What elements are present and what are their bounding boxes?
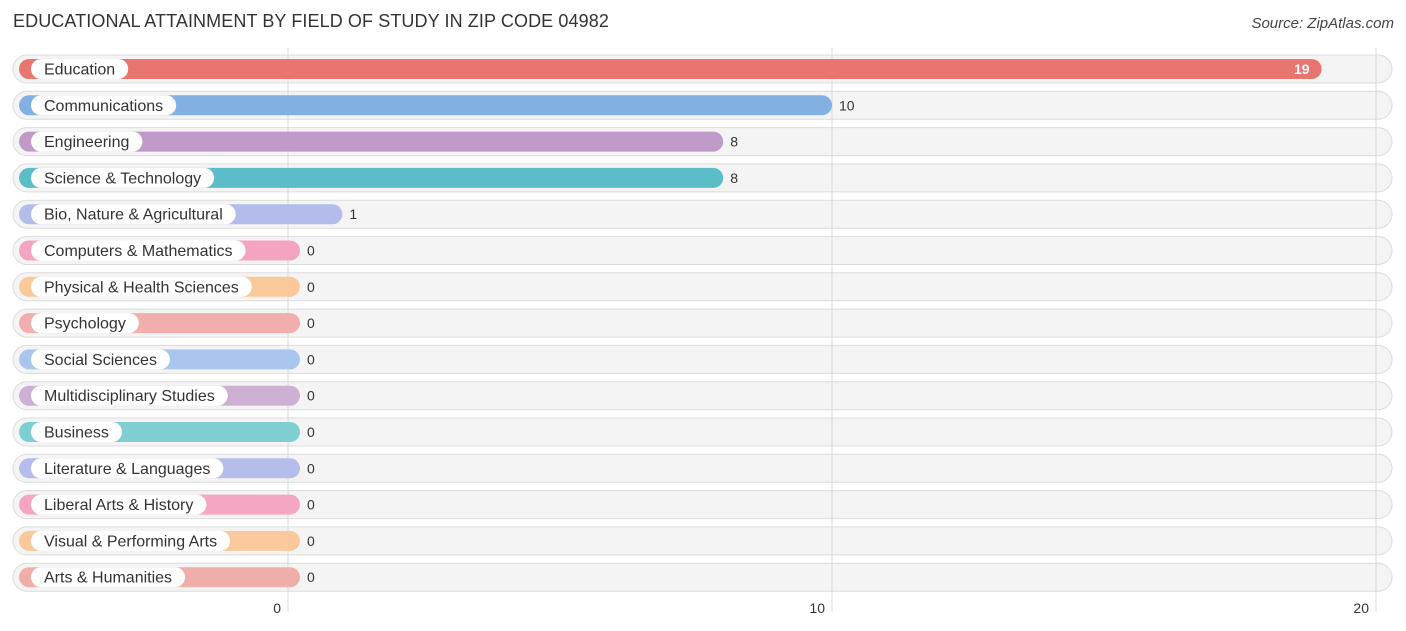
x-tick-label: 20: [1353, 600, 1369, 616]
value-label: 1: [349, 206, 357, 222]
category-label: Business: [44, 425, 109, 442]
x-tick-label: 0: [273, 600, 281, 616]
bar-chart: Education 19Communications 10Engineering 8S…: [12, 48, 1393, 616]
category-label: Arts & Humanities: [44, 570, 172, 587]
value-label: 8: [730, 170, 738, 186]
category-label: Communications: [44, 98, 163, 115]
category-label: Visual & Performing Arts: [44, 533, 217, 550]
value-label: 0: [307, 497, 315, 513]
x-tick-label: 10: [809, 600, 825, 616]
value-label: 8: [730, 134, 738, 150]
value-label: 0: [307, 243, 315, 259]
value-label: 0: [307, 533, 315, 549]
category-label: Liberal Arts & History: [44, 497, 193, 514]
value-label: 0: [307, 388, 315, 404]
value-label: 0: [307, 424, 315, 440]
value-label: 0: [307, 569, 315, 585]
bar[interactable]: [19, 59, 1322, 79]
category-label: Education: [44, 62, 115, 79]
value-label: 0: [307, 460, 315, 476]
category-label: Literature & Languages: [44, 461, 210, 478]
value-label: 10: [839, 97, 855, 113]
category-label: Science & Technology: [44, 170, 201, 187]
category-label: Physical & Health Sciences: [44, 279, 239, 296]
category-label: Engineering: [44, 134, 129, 151]
value-label: 0: [307, 351, 315, 367]
value-label: 0: [307, 279, 315, 295]
category-label: Multidisciplinary Studies: [44, 388, 215, 405]
value-label: 19: [1294, 61, 1310, 77]
category-label: Bio, Nature & Agricultural: [44, 207, 223, 224]
value-label: 0: [307, 315, 315, 331]
category-label: Social Sciences: [44, 352, 157, 369]
category-label: Psychology: [44, 316, 126, 333]
category-label: Computers & Mathematics: [44, 243, 233, 260]
